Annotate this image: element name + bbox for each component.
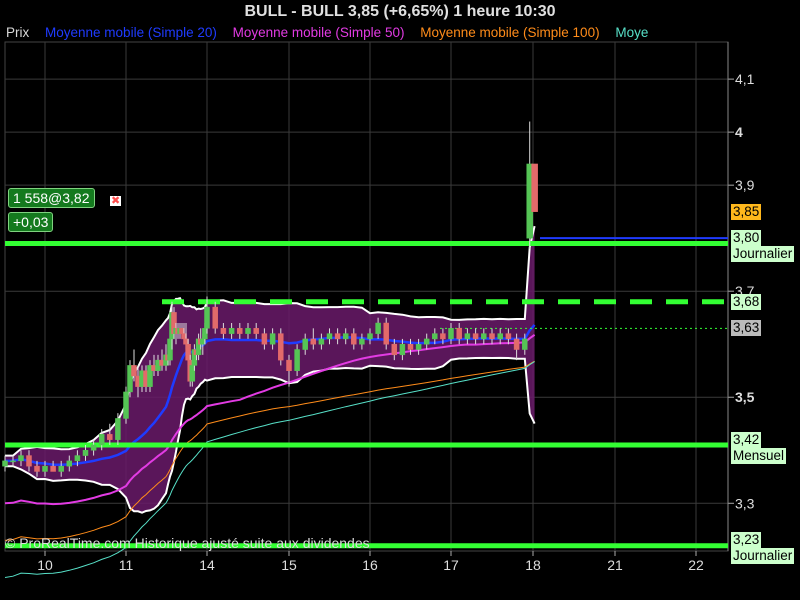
candle-body[interactable] [415, 343, 422, 350]
candle-body[interactable] [383, 322, 389, 345]
candle-body[interactable] [34, 465, 40, 472]
bollinger-cloud [5, 226, 535, 513]
candle-body[interactable] [497, 333, 503, 340]
candle-body[interactable] [253, 328, 259, 334]
candle-body[interactable] [123, 391, 129, 419]
price-tag-3-23: 3,23 [731, 532, 762, 549]
candle-body[interactable] [294, 349, 300, 371]
x-tick-label: 16 [362, 557, 378, 573]
y-tick-label: 3,3 [735, 495, 755, 511]
y-tick-label: 4 [735, 124, 743, 140]
candle-body[interactable] [432, 333, 438, 340]
price-chart[interactable]: 4,143,93,73,53,310 11 14 15 16 17 18 21 22 [0, 0, 800, 600]
candle-body[interactable] [367, 333, 373, 340]
x-tick-label: 14 [199, 557, 215, 573]
level-caption-0: Journalier [731, 246, 795, 263]
candle-body[interactable] [310, 338, 317, 345]
candle-body[interactable] [286, 359, 292, 371]
bollinger-lower-band [5, 356, 536, 514]
x-tick-label: 21 [607, 557, 623, 573]
candle-body[interactable] [448, 328, 454, 340]
candle-body[interactable] [351, 333, 357, 345]
candle-body[interactable] [2, 460, 8, 467]
price-tag-3-42: 3,42 [731, 431, 762, 448]
candle-body[interactable] [220, 328, 227, 334]
candle-body[interactable] [58, 465, 64, 472]
candle-body[interactable] [407, 343, 414, 350]
candle-body[interactable] [98, 434, 105, 446]
candle-body[interactable] [42, 465, 48, 472]
candle-body[interactable] [269, 333, 276, 345]
level-caption-3: Journalier [731, 548, 795, 565]
y-tick-label: 3,5 [735, 389, 755, 405]
candle-body[interactable] [375, 322, 381, 334]
candle-body[interactable] [334, 333, 341, 340]
close-position-icon[interactable]: ✖ [110, 196, 122, 207]
position-pnl-text: +0,03 [13, 214, 49, 230]
position-label[interactable]: 1 558@3,82 [8, 188, 95, 208]
x-tick-label: 22 [688, 557, 704, 573]
candle-body[interactable] [66, 460, 73, 467]
candle-body[interactable] [50, 465, 56, 472]
candle-body[interactable] [359, 338, 365, 345]
candle-body[interactable] [245, 328, 251, 334]
candle-body[interactable] [489, 333, 495, 340]
price-tag-3-63: 3,63 [731, 320, 762, 337]
candle-body[interactable] [481, 333, 487, 340]
candle-body[interactable] [10, 460, 16, 463]
candle-body[interactable] [26, 455, 32, 467]
y-tick-label: 4,1 [735, 71, 755, 87]
candle-body[interactable] [278, 333, 284, 361]
candle-body[interactable] [82, 450, 89, 456]
y-tick-label: 3,9 [735, 177, 755, 193]
candle-body[interactable] [531, 163, 538, 212]
candle-body[interactable] [107, 434, 113, 440]
chart-window: BULL - BULL 3,85 (+6,65%) 1 heure 10:30 … [0, 0, 800, 600]
candle-body[interactable] [513, 338, 520, 350]
position-text: 1 558@3,82 [13, 190, 90, 206]
price-tag-3-68: 3,68 [731, 293, 762, 310]
candle-body[interactable] [472, 333, 479, 340]
candle-body[interactable] [456, 328, 462, 340]
price-tag-3-85: 3,85 [731, 203, 762, 220]
candle-body[interactable] [302, 338, 308, 350]
candle-body[interactable] [18, 455, 24, 462]
candle-body[interactable] [90, 444, 97, 451]
x-tick-label: 18 [525, 557, 541, 573]
position-pnl: +0,03 [8, 212, 54, 232]
price-tag-3-80: 3,80 [731, 230, 762, 247]
candle-body[interactable] [399, 343, 406, 356]
candle-body[interactable] [505, 333, 512, 340]
candle-body[interactable] [131, 365, 137, 377]
level-caption-2: Mensuel [731, 447, 787, 464]
candle-body[interactable] [204, 306, 210, 329]
candle-body[interactable] [326, 333, 333, 340]
candle-body[interactable] [237, 328, 243, 334]
footer-copyright: © ProRealTime.com Historique ajusté suit… [5, 535, 370, 551]
x-tick-label: 15 [281, 557, 297, 573]
candle-body[interactable] [342, 333, 349, 340]
candle-body[interactable] [115, 418, 121, 440]
candle-body[interactable] [464, 333, 471, 340]
candle-body[interactable] [212, 306, 218, 329]
candle-body[interactable] [423, 338, 430, 345]
x-tick-label: 10 [37, 557, 53, 573]
candle-body[interactable] [440, 333, 446, 340]
candle-body[interactable] [318, 338, 325, 345]
x-tick-label: 17 [443, 557, 459, 573]
candle-body[interactable] [522, 338, 528, 350]
x-tick-label: 11 [119, 557, 134, 573]
candle-body[interactable] [228, 328, 235, 334]
candle-body[interactable] [391, 343, 398, 356]
candle-body[interactable] [261, 333, 268, 345]
candle-body[interactable] [74, 455, 81, 462]
